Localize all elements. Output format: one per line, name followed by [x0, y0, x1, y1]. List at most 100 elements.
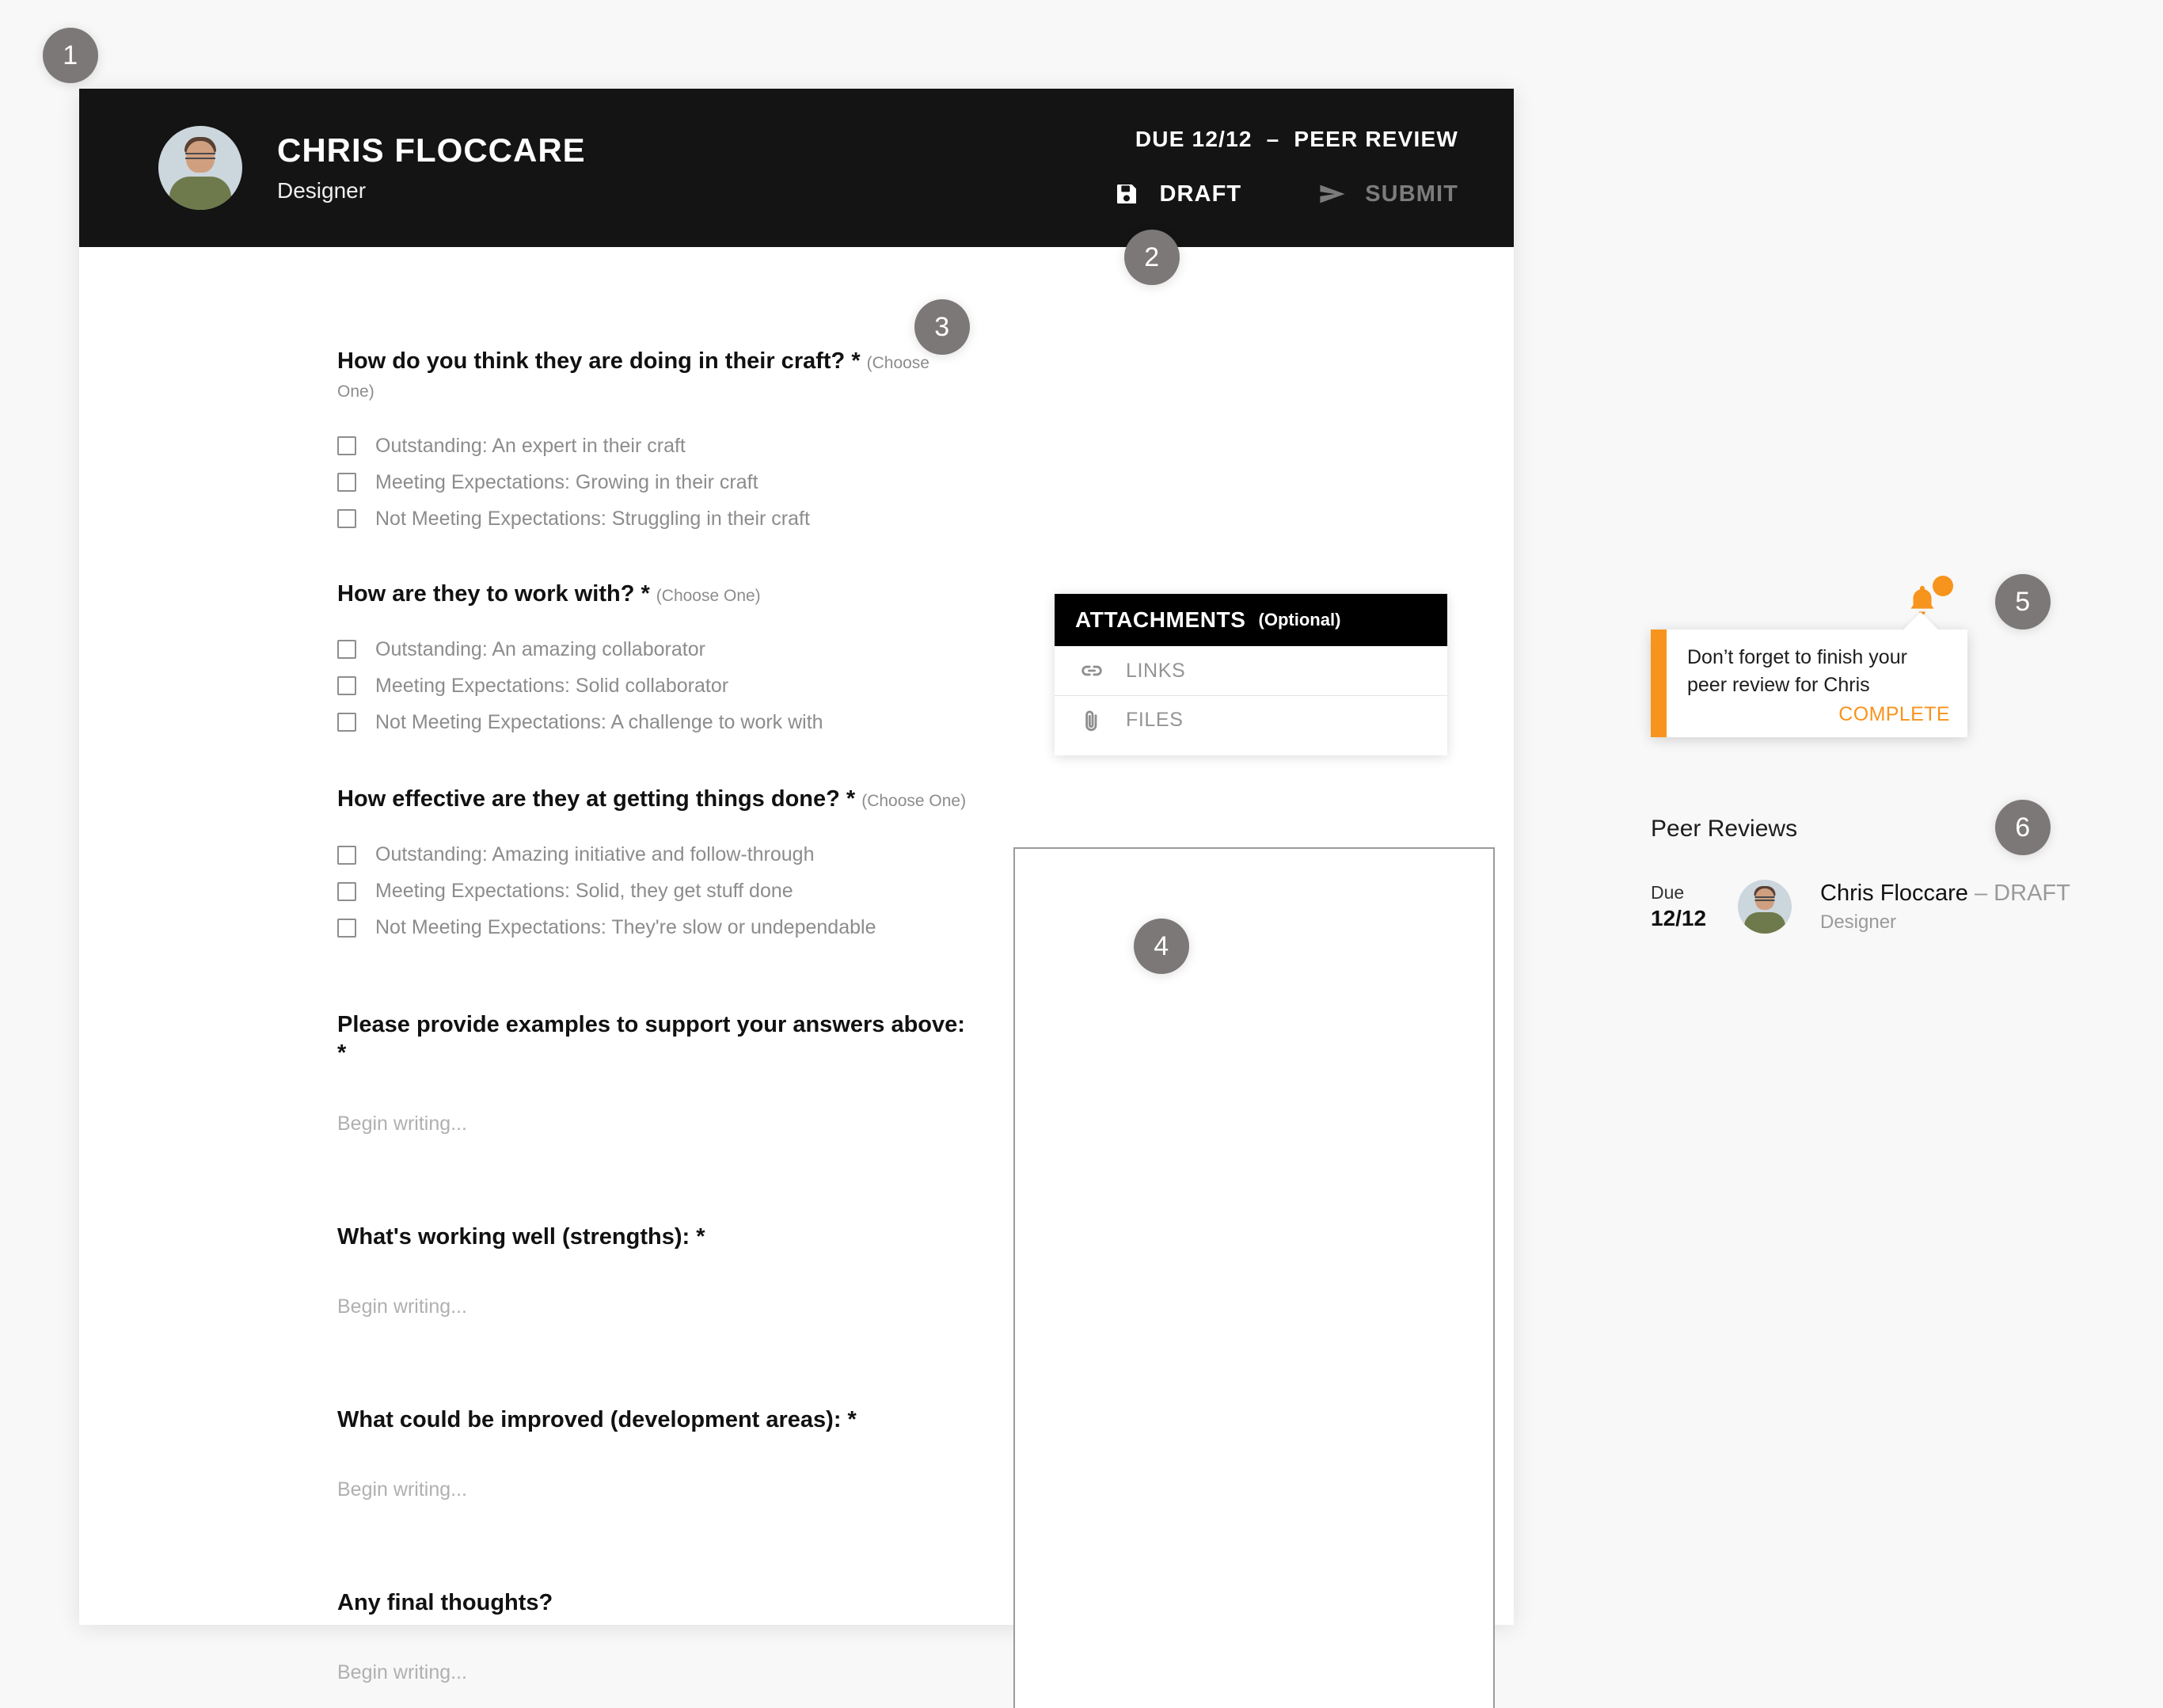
- save-draft-label: DRAFT: [1159, 181, 1242, 207]
- question-title: How are they to work with? * (Choose One): [337, 580, 971, 608]
- avatar-glasses: [185, 152, 215, 159]
- option-label: Outstanding: An expert in their craft: [375, 434, 686, 457]
- examples-input[interactable]: Begin writing...: [337, 1113, 971, 1135]
- text-question-strengths: What's working well (strengths): * Begin…: [337, 1223, 971, 1318]
- attachment-files-label: FILES: [1126, 709, 1184, 731]
- checkbox-icon[interactable]: [337, 676, 356, 696]
- peer-review-due: Due 12/12: [1651, 881, 1738, 932]
- attachment-links-row[interactable]: LINKS: [1055, 646, 1447, 695]
- attachments-header: ATTACHMENTS (Optional): [1055, 594, 1447, 646]
- option-row[interactable]: Meeting Expectations: Solid collaborator: [337, 675, 971, 698]
- due-meta-label: DUE 12/12 – PEER REVIEW: [1135, 127, 1458, 151]
- due-date: 12/12: [1651, 905, 1707, 930]
- option-row[interactable]: Outstanding: An expert in their craft: [337, 435, 971, 458]
- peer-review-name-row: Chris Floccare – DRAFT: [1820, 879, 2070, 907]
- attachment-preview-area[interactable]: [1013, 847, 1495, 1708]
- attachment-files-row[interactable]: FILES: [1055, 695, 1447, 744]
- notification-area: Don’t forget to finish your peer review …: [1651, 576, 1967, 737]
- checkbox-icon[interactable]: [337, 845, 356, 865]
- option-list: Outstanding: An amazing collaborator Mee…: [337, 638, 971, 734]
- annotation-badge-6: 6: [1995, 800, 2051, 855]
- question-text: How effective are they at getting things…: [337, 786, 856, 812]
- strengths-input[interactable]: Begin writing...: [337, 1295, 971, 1318]
- avatar-body: [1744, 912, 1785, 934]
- option-row[interactable]: Not Meeting Expectations: They're slow o…: [337, 916, 971, 939]
- checkbox-icon[interactable]: [337, 640, 356, 660]
- text-question-final-thoughts: Any final thoughts? Begin writing...: [337, 1588, 971, 1684]
- question-text: How are they to work with? *: [337, 580, 650, 607]
- attachments-optional-label: (Optional): [1258, 610, 1341, 630]
- send-icon: [1317, 179, 1348, 209]
- checkbox-icon[interactable]: [337, 918, 356, 938]
- header-identity: CHRIS FLOCCARE Designer: [277, 131, 586, 204]
- option-label: Meeting Expectations: Growing in their c…: [375, 470, 758, 493]
- header-action-buttons: DRAFT SUBMIT: [1112, 179, 1458, 209]
- question-hint: (Choose One): [656, 586, 761, 605]
- attachments-panel: ATTACHMENTS (Optional) LINKS FILES: [1055, 594, 1447, 755]
- peer-review-card: CHRIS FLOCCARE Designer DUE 12/12 – PEER…: [79, 89, 1514, 1708]
- question-block-work-with: How are they to work with? * (Choose One)…: [337, 580, 971, 734]
- option-row[interactable]: Outstanding: An amazing collaborator: [337, 638, 971, 661]
- screenshot-stage: 1 2 3 4 5 6 CHRIS FLOCCARE Designer DUE …: [0, 0, 2163, 1708]
- list-item[interactable]: Due 12/12 Chris Floccare – DRAFT Designe…: [1651, 879, 2078, 934]
- question-title: What could be improved (development area…: [337, 1406, 857, 1432]
- submit-button[interactable]: SUBMIT: [1317, 179, 1458, 209]
- toast-message: Don’t forget to finish your peer review …: [1687, 646, 1907, 696]
- question-text: How do you think they are doing in their…: [337, 348, 861, 374]
- checkbox-icon[interactable]: [337, 473, 356, 492]
- card-body: How do you think they are doing in their…: [79, 247, 1514, 1708]
- paperclip-icon: [1075, 704, 1108, 737]
- submit-label: SUBMIT: [1365, 181, 1458, 207]
- development-areas-input[interactable]: Begin writing...: [337, 1478, 971, 1501]
- avatar-glasses: [1754, 896, 1775, 901]
- review-form: How do you think they are doing in their…: [337, 247, 971, 1684]
- option-label: Meeting Expectations: Solid collaborator: [375, 674, 729, 697]
- option-label: Meeting Expectations: Solid, they get st…: [375, 880, 793, 902]
- due-label: Due: [1651, 881, 1685, 903]
- attachments-title: ATTACHMENTS: [1075, 607, 1246, 632]
- peer-review-role: Designer: [1820, 911, 1897, 934]
- checkbox-icon[interactable]: [337, 436, 356, 455]
- page-title: CHRIS FLOCCARE: [277, 131, 586, 169]
- option-row[interactable]: Outstanding: Amazing initiative and foll…: [337, 843, 971, 866]
- option-label: Not Meeting Expectations: A challenge to…: [375, 710, 823, 733]
- toast-accent-bar: [1651, 630, 1667, 737]
- status-badge: – DRAFT: [1975, 881, 2070, 906]
- question-title: How effective are they at getting things…: [337, 785, 971, 813]
- option-row[interactable]: Meeting Expectations: Growing in their c…: [337, 471, 971, 494]
- annotation-badge-3: 3: [914, 299, 970, 355]
- attachments-footer-spacer: [1055, 744, 1447, 755]
- option-row[interactable]: Not Meeting Expectations: Struggling in …: [337, 508, 971, 531]
- notification-toast[interactable]: Don’t forget to finish your peer review …: [1651, 611, 1967, 737]
- annotation-badge-4: 4: [1134, 919, 1189, 974]
- text-question-examples: Please provide examples to support your …: [337, 1010, 971, 1135]
- header-role: Designer: [277, 178, 367, 204]
- annotation-badge-5: 5: [1995, 574, 2051, 630]
- annotation-badge-2: 2: [1124, 230, 1180, 285]
- peer-review-name: Chris Floccare: [1820, 881, 1968, 906]
- checkbox-icon[interactable]: [337, 881, 356, 901]
- question-title: Please provide examples to support your …: [337, 1012, 965, 1067]
- link-icon: [1075, 654, 1108, 687]
- question-hint: (Choose One): [861, 791, 967, 810]
- option-list: Outstanding: An expert in their craft Me…: [337, 435, 971, 531]
- option-label: Not Meeting Expectations: They're slow o…: [375, 916, 876, 938]
- header-actions-area: DUE 12/12 – PEER REVIEW DRAFT SUBMIT: [1112, 89, 1458, 247]
- avatar: [1738, 879, 1792, 934]
- option-list: Outstanding: Amazing initiative and foll…: [337, 843, 971, 939]
- question-title: Any final thoughts?: [337, 1590, 553, 1615]
- option-row[interactable]: Meeting Expectations: Solid, they get st…: [337, 880, 971, 903]
- attachment-links-label: LINKS: [1126, 659, 1186, 682]
- option-row[interactable]: Not Meeting Expectations: A challenge to…: [337, 711, 971, 734]
- final-thoughts-input[interactable]: Begin writing...: [337, 1661, 971, 1684]
- checkbox-icon[interactable]: [337, 713, 356, 732]
- avatar-body: [169, 177, 231, 210]
- annotation-badge-1: 1: [43, 28, 98, 83]
- question-block-effectiveness: How effective are they at getting things…: [337, 785, 971, 939]
- toast-complete-link[interactable]: COMPLETE: [1687, 703, 1950, 726]
- checkbox-icon[interactable]: [337, 509, 356, 528]
- text-question-development-areas: What could be improved (development area…: [337, 1406, 971, 1501]
- save-draft-button[interactable]: DRAFT: [1112, 179, 1241, 209]
- option-label: Not Meeting Expectations: Struggling in …: [375, 507, 810, 530]
- save-icon: [1112, 179, 1142, 209]
